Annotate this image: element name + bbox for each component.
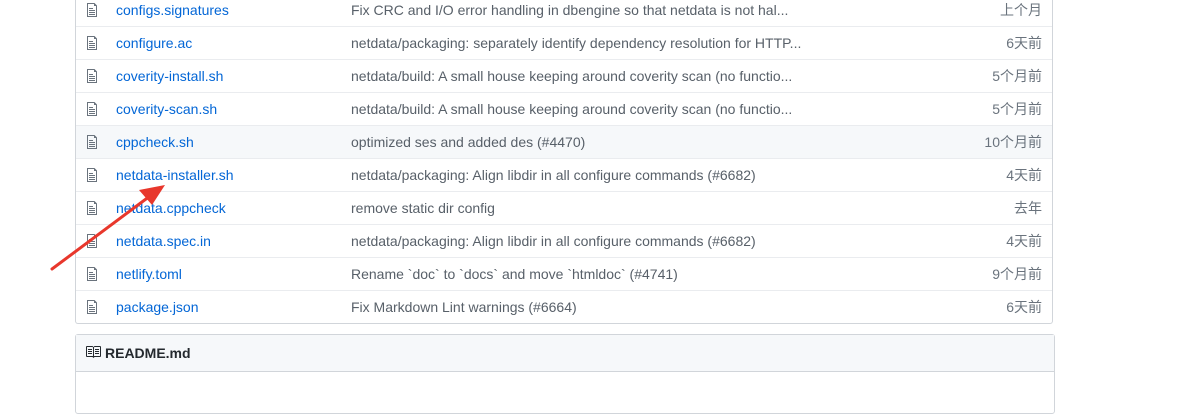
file-icon — [76, 299, 116, 315]
file-icon — [76, 167, 116, 183]
commit-age: 6天前 — [1006, 35, 1042, 51]
commit-message[interactable]: netdata/build: A small house keeping aro… — [351, 101, 922, 117]
file-list: configs.signatures Fix CRC and I/O error… — [75, 0, 1053, 324]
commit-age: 4天前 — [1006, 167, 1042, 183]
commit-message[interactable]: netdata/build: A small house keeping aro… — [351, 68, 922, 84]
commit-message[interactable]: remove static dir config — [351, 200, 922, 216]
commit-age: 上个月 — [1000, 2, 1042, 18]
file-link[interactable]: cppcheck.sh — [116, 134, 194, 150]
readme-title[interactable]: README.md — [105, 345, 191, 361]
commit-age: 去年 — [1014, 200, 1042, 216]
file-row-netdata-spec[interactable]: netdata.spec.in netdata/packaging: Align… — [76, 224, 1052, 257]
file-row-coverity-install[interactable]: coverity-install.sh netdata/build: A sma… — [76, 59, 1052, 92]
file-icon — [76, 233, 116, 249]
file-link[interactable]: coverity-install.sh — [116, 68, 223, 84]
file-link[interactable]: configs.signatures — [116, 2, 229, 18]
commit-age: 9个月前 — [992, 266, 1042, 282]
commit-age: 4天前 — [1006, 233, 1042, 249]
file-link[interactable]: netlify.toml — [116, 266, 182, 282]
file-icon — [76, 68, 116, 84]
file-icon — [76, 134, 116, 150]
commit-message[interactable]: netdata/packaging: separately identify d… — [351, 35, 922, 51]
file-row-netlify[interactable]: netlify.toml Rename `doc` to `docs` and … — [76, 257, 1052, 290]
file-link[interactable]: coverity-scan.sh — [116, 101, 217, 117]
file-link[interactable]: configure.ac — [116, 35, 192, 51]
commit-message[interactable]: Rename `doc` to `docs` and move `htmldoc… — [351, 266, 922, 282]
file-row-netdata-cppcheck[interactable]: netdata.cppcheck remove static dir confi… — [76, 191, 1052, 224]
file-link[interactable]: netdata.cppcheck — [116, 200, 226, 216]
commit-age: 5个月前 — [992, 68, 1042, 84]
file-icon — [76, 200, 116, 216]
commit-message[interactable]: Fix CRC and I/O error handling in dbengi… — [351, 2, 922, 18]
commit-age: 6天前 — [1006, 299, 1042, 315]
file-row-package-json[interactable]: package.json Fix Markdown Lint warnings … — [76, 290, 1052, 323]
file-row-netdata-installer[interactable]: netdata-installer.sh netdata/packaging: … — [76, 158, 1052, 191]
commit-message[interactable]: Fix Markdown Lint warnings (#6664) — [351, 299, 922, 315]
file-row-configs-signatures[interactable]: configs.signatures Fix CRC and I/O error… — [76, 0, 1052, 26]
file-link[interactable]: netdata-installer.sh — [116, 167, 234, 183]
commit-message[interactable]: optimized ses and added des (#4470) — [351, 134, 922, 150]
commit-age: 10个月前 — [984, 134, 1042, 150]
readme-header: README.md — [76, 335, 1054, 372]
file-link[interactable]: package.json — [116, 299, 199, 315]
file-link[interactable]: netdata.spec.in — [116, 233, 211, 249]
file-row-cppcheck[interactable]: cppcheck.sh optimized ses and added des … — [76, 125, 1052, 158]
commit-message[interactable]: netdata/packaging: Align libdir in all c… — [351, 167, 922, 183]
file-row-configure-ac[interactable]: configure.ac netdata/packaging: separate… — [76, 26, 1052, 59]
readme-panel: README.md — [75, 334, 1055, 414]
file-row-coverity-scan[interactable]: coverity-scan.sh netdata/build: A small … — [76, 92, 1052, 125]
commit-age: 5个月前 — [992, 101, 1042, 117]
book-icon — [85, 345, 105, 362]
file-icon — [76, 2, 116, 18]
file-icon — [76, 266, 116, 282]
file-icon — [76, 35, 116, 51]
file-icon — [76, 101, 116, 117]
commit-message[interactable]: netdata/packaging: Align libdir in all c… — [351, 233, 922, 249]
